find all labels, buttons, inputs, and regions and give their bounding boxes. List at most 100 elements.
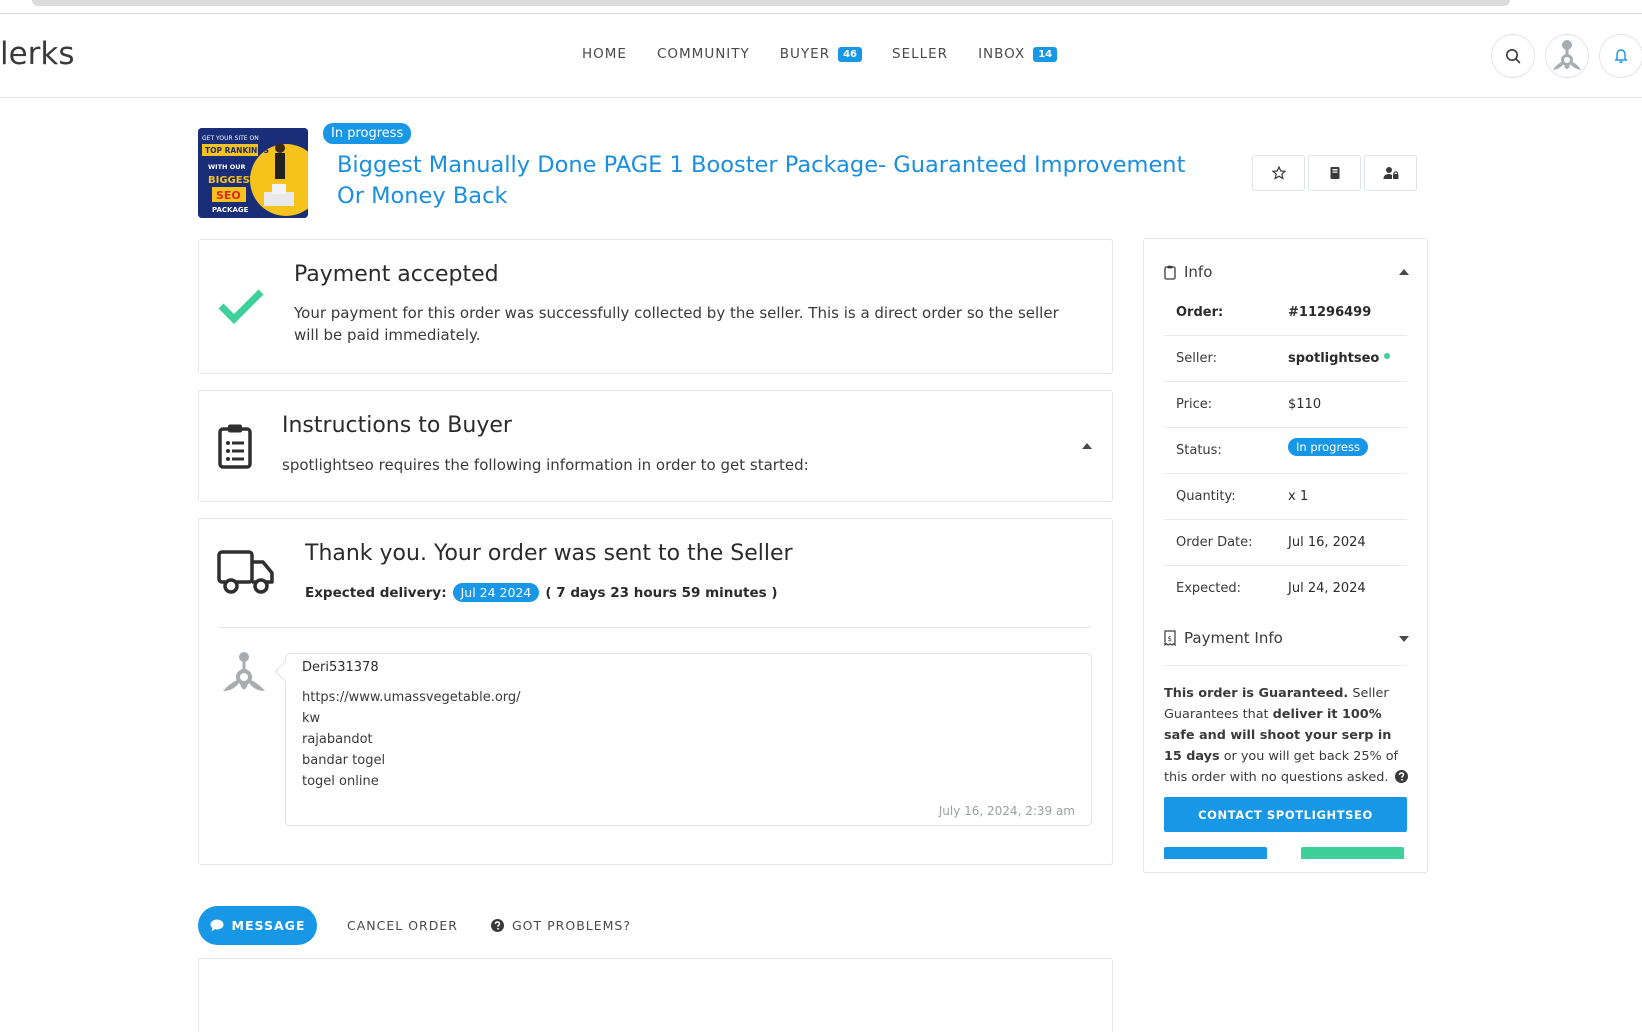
seller-name-link[interactable]: spotlightseo (1288, 351, 1379, 366)
browser-strip (0, 0, 1642, 14)
notes-button[interactable] (1308, 155, 1361, 191)
nav-community-label: COMMUNITY (656, 46, 750, 62)
user-avatar-button[interactable] (1545, 34, 1589, 78)
favorite-button[interactable] (1252, 155, 1305, 191)
nav-seller-label: SELLER (892, 46, 949, 62)
info-section-title: Info (1184, 263, 1213, 281)
svg-text:$: $ (1168, 635, 1172, 643)
message-line: bandar togel (302, 753, 386, 768)
info-section-header[interactable]: Info (1164, 263, 1212, 281)
payment-accepted-title: Payment accepted (294, 262, 499, 287)
instructions-title: Instructions to Buyer (282, 413, 512, 438)
info-row-expected: Expected: Jul 24, 2024 (1164, 566, 1407, 612)
gig-thumbnail[interactable]: GET YOUR SITE ON TOP RANKINGS WITH OUR B… (198, 128, 308, 218)
instructions-text: spotlightseo requires the following info… (282, 456, 809, 474)
private-user-button[interactable] (1364, 155, 1417, 191)
order-header-actions (1252, 155, 1417, 191)
svg-text:TOP RANKINGS: TOP RANKINGS (205, 146, 269, 155)
got-problems-label: GOT PROBLEMS? (512, 918, 631, 933)
delivery-date-badge: Jul 24 2024 (452, 583, 540, 602)
nav-buyer[interactable]: BUYER 46 (779, 46, 863, 62)
price-value: $110 (1288, 397, 1322, 412)
gig-thumbnail-art: GET YOUR SITE ON TOP RANKINGS WITH OUR B… (198, 128, 308, 218)
instructions-card[interactable]: Instructions to Buyer spotlightseo requi… (198, 390, 1113, 502)
top-navigation: lerks HOME COMMUNITY BUYER 46 SELLER INB… (0, 14, 1642, 98)
info-key: Status: (1176, 443, 1222, 458)
seller-value: spotlightseo (1288, 351, 1391, 366)
nav-inbox-label: INBOX (978, 46, 1026, 62)
order-sent-title: Thank you. Your order was sent to the Se… (305, 541, 793, 566)
payment-accepted-card: Payment accepted Your payment for this o… (198, 239, 1113, 374)
comment-icon (210, 919, 224, 932)
order-status-badge: In progress (323, 123, 412, 144)
message-line: kw (302, 711, 321, 726)
chevron-up-icon[interactable] (1399, 269, 1409, 275)
notifications-button[interactable] (1599, 34, 1642, 78)
online-status-dot (1384, 352, 1391, 359)
cancel-order-button[interactable]: CANCEL ORDER (347, 918, 458, 933)
delivery-countdown: ( 7 days 23 hours 59 minutes ) (545, 584, 778, 601)
question-circle-icon[interactable] (1395, 770, 1409, 783)
payment-info-header[interactable]: $ Payment Info (1164, 629, 1409, 666)
order-date-value: Jul 16, 2024 (1288, 535, 1366, 550)
nav-buyer-label: BUYER (779, 46, 831, 62)
info-key: Order: (1176, 305, 1224, 320)
info-row-order-date: Order Date: Jul 16, 2024 (1164, 520, 1407, 566)
inbox-count-badge: 14 (1033, 46, 1058, 62)
info-row-status: Status: In progress (1164, 428, 1407, 474)
secondary-button-green[interactable] (1301, 847, 1404, 859)
info-key: Order Date: (1176, 535, 1253, 550)
info-row-seller: Seller: spotlightseo (1164, 336, 1407, 382)
nav-community[interactable]: COMMUNITY (657, 46, 750, 62)
nav-seller[interactable]: SELLER (892, 46, 948, 62)
receipt-icon: $ (1164, 630, 1176, 646)
bell-icon (1614, 49, 1628, 63)
message-line: https://www.umassvegetable.org/ (302, 690, 521, 705)
avatar (1553, 40, 1581, 70)
book-icon (1330, 167, 1339, 179)
user-lock-icon (1383, 167, 1398, 179)
info-key: Quantity: (1176, 489, 1236, 504)
svg-text:BIGGEST: BIGGEST (208, 175, 257, 186)
payment-accepted-text: Your payment for this order was successf… (294, 304, 1059, 344)
chevron-up-icon[interactable] (1082, 443, 1092, 449)
got-problems-button[interactable]: GOT PROBLEMS? (491, 918, 631, 933)
info-key: Seller: (1176, 351, 1217, 366)
info-key: Expected: (1176, 581, 1242, 596)
message-compose-area[interactable] (198, 958, 1113, 1032)
message-tab-button[interactable]: MESSAGE (198, 906, 317, 945)
message-body: https://www.umassvegetable.org/ kw rajab… (302, 687, 521, 792)
status-value: In progress (1288, 438, 1368, 456)
checkmark-icon (218, 289, 264, 324)
message-author[interactable]: Deri531378 (302, 660, 379, 675)
search-button[interactable] (1491, 34, 1535, 78)
expected-delivery-line: Expected delivery: Jul 24 2024 ( 7 days … (305, 583, 778, 602)
clipboard-list-icon (218, 424, 252, 469)
svg-text:PACKAGE: PACKAGE (212, 206, 249, 214)
guarantee-bold: This order is Guaranteed. (1164, 686, 1349, 701)
buyer-count-badge: 46 (838, 46, 863, 62)
expected-delivery-label: Expected delivery: (305, 584, 447, 601)
search-icon (1506, 49, 1521, 64)
status-badge: In progress (1288, 438, 1368, 456)
contact-seller-button[interactable]: CONTACT SPOTLIGHTSEO (1164, 797, 1407, 832)
nav-inbox[interactable]: INBOX 14 (978, 46, 1058, 62)
order-info-sidebar: Info Order: #11296499 Seller: spotlights… (1143, 238, 1428, 873)
buyer-message-bubble: Deri531378 https://www.umassvegetable.or… (285, 653, 1092, 826)
gig-title-link[interactable]: Biggest Manually Done PAGE 1 Booster Pac… (337, 150, 1217, 212)
chevron-down-icon (1399, 636, 1409, 642)
nav-home[interactable]: HOME (582, 46, 627, 62)
star-icon (1271, 166, 1286, 180)
message-timestamp: July 16, 2024, 2:39 am (938, 804, 1075, 818)
message-button-label: MESSAGE (231, 918, 306, 933)
site-logo[interactable]: lerks (0, 36, 75, 72)
quantity-value: x 1 (1288, 489, 1309, 504)
info-key: Price: (1176, 397, 1213, 412)
info-row-price: Price: $110 (1164, 382, 1407, 428)
message-avatar (223, 652, 265, 691)
browser-address-bar[interactable] (32, 0, 1510, 6)
secondary-button-blue[interactable] (1164, 847, 1267, 859)
question-circle-icon (491, 919, 504, 932)
order-number: #11296499 (1288, 305, 1372, 320)
clipboard-icon (1164, 265, 1176, 280)
